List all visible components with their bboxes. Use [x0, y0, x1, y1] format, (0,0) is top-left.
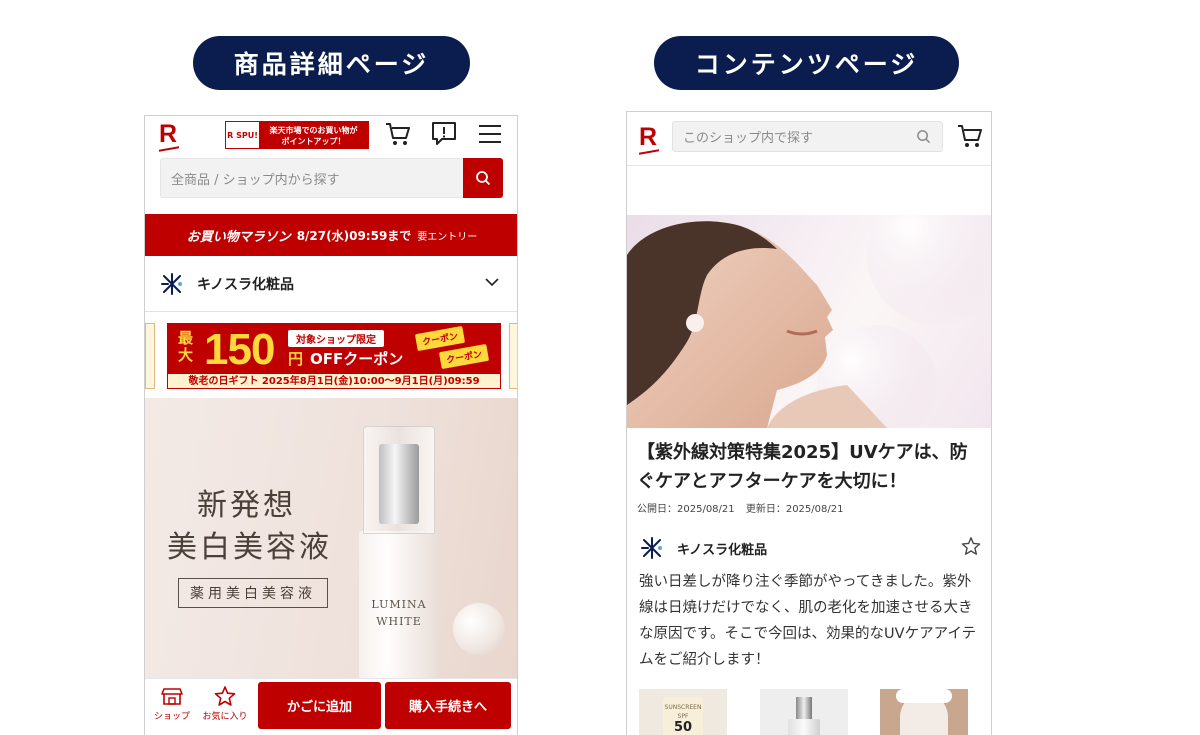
shop-name: キノスラ化粧品: [197, 276, 295, 293]
bottle-brand-line1: LUMINA: [371, 598, 427, 611]
favorite-button[interactable]: お気に入り: [200, 685, 250, 722]
marathon-date: 8/27(水)09:59まで: [296, 228, 412, 243]
spu-text-line2: ポイントアップ！: [281, 137, 346, 146]
marathon-title: お買い物マラソン: [186, 229, 291, 245]
article-body: 強い日差しが降り注ぐ季節がやってきました。紫外線は日焼けだけでなく、肌の老化を加…: [639, 574, 977, 668]
content-page-label: コンテンツページ: [654, 36, 959, 90]
coupon-amount: 150: [204, 325, 275, 374]
spu-logo: R SPU!: [226, 122, 259, 148]
shop-button[interactable]: ショップ: [147, 685, 197, 722]
article-dates: 公開日：2025/08/21 更新日：2025/08/21: [637, 500, 843, 515]
article-title: 【紫外線対策特集2025】UVケアは、防ぐケアとアフターケアを大切に！: [637, 442, 968, 492]
checkout-button[interactable]: 購入手続きへ: [385, 682, 511, 729]
thumbnail-label-line3: 50: [673, 720, 693, 735]
product-hero-image[interactable]: 新発想 美白美容液 薬用美白美容液 LUMINA WHITE: [145, 398, 517, 678]
bottle-brand: LUMINA WHITE: [359, 596, 439, 630]
thumbnail-face-mask[interactable]: [880, 689, 968, 735]
search-icon: [917, 130, 931, 144]
header-divider: [627, 165, 991, 166]
purchase-action-bar: ショップ お気に入り かごに追加 購入手続きへ: [145, 678, 517, 735]
search-button[interactable]: [463, 158, 503, 198]
serum-bottle-image: LUMINA WHITE: [359, 426, 439, 678]
search-icon: [476, 171, 491, 186]
thumbnail-serum[interactable]: [760, 689, 848, 735]
coupon-carousel[interactable]: 最大 150 対象ショップ限定 円 OFFクーポン クーポン クーポン 敬老の日…: [145, 323, 517, 391]
spu-banner[interactable]: R SPU! 楽天市場でのお買い物が ポイントアップ！: [225, 121, 369, 149]
author-row[interactable]: キノスラ化粧品: [639, 532, 981, 564]
hero-badge: 薬用美白美容液: [178, 578, 328, 608]
coupon-prev-peek[interactable]: [145, 323, 155, 389]
hero-headline-line1: 新発想: [197, 488, 296, 523]
coupon-limited: 対象ショップ限定: [288, 330, 384, 347]
shop-button-label: ショップ: [153, 712, 190, 722]
shop-selector[interactable]: キノスラ化粧品: [145, 256, 517, 312]
coupon-off-label: OFFクーポン: [310, 350, 404, 368]
star-icon: [214, 686, 236, 706]
thumbnail-label-line1: SUNSCREEN: [664, 704, 702, 711]
shop-logo: [161, 272, 182, 295]
cart-icon[interactable]: [384, 120, 412, 148]
cart-icon[interactable]: [956, 122, 984, 150]
author-name: キノスラ化粧品: [677, 542, 768, 558]
marathon-entry: 要エントリー: [417, 231, 478, 243]
menu-icon[interactable]: [476, 120, 504, 148]
favorite-button-label: お気に入り: [202, 712, 248, 722]
bottle-brand-line2: WHITE: [376, 615, 422, 628]
coupon-banner[interactable]: 最大 150 対象ショップ限定 円 OFFクーポン クーポン クーポン 敬老の日…: [167, 323, 501, 389]
coupon-campaign: 敬老の日ギフト 2025年8月1日(金)10:00〜9月1日(月)09:59: [188, 376, 480, 387]
product-detail-screen: R R SPU! 楽天市場でのお買い物が ポイントアップ！ 全商品 / ショップ…: [144, 115, 518, 735]
product-page-label: 商品詳細ページ: [193, 36, 470, 90]
article-hero-image: [627, 215, 991, 428]
shop-search-placeholder: このショップ内で探す: [683, 131, 814, 146]
content-screen: R このショップ内で探す 【紫外線対策特集2025】UVケアは、防ぐケアとアフタ…: [626, 111, 992, 735]
search-input[interactable]: 全商品 / ショップ内から探す: [160, 158, 464, 198]
hero-headline-line2: 美白美容液: [167, 530, 332, 565]
coupon-next-peek[interactable]: [509, 323, 517, 389]
coupon-max-label: 最大: [178, 329, 194, 364]
shop-icon: [161, 688, 183, 705]
add-to-cart-button[interactable]: かごに追加: [258, 682, 381, 729]
spu-text: 楽天市場でのお買い物が ポイントアップ！: [259, 122, 368, 148]
thumbnail-sunscreen[interactable]: SUNSCREEN SPF 50: [639, 689, 727, 735]
star-outline-icon[interactable]: [961, 536, 981, 556]
rakuten-logo[interactable]: R: [639, 125, 657, 150]
shop-logo: [641, 537, 662, 559]
updated-date: 更新日：2025/08/21: [745, 504, 844, 515]
chevron-down-icon: [485, 278, 499, 287]
coupon-yen: 円: [288, 350, 304, 368]
published-date: 公開日：2025/08/21: [637, 504, 735, 515]
serum-drop-image: [453, 603, 505, 655]
rakuten-logo[interactable]: R: [159, 122, 177, 147]
marathon-banner[interactable]: お買い物マラソン 8/27(水)09:59まで 要エントリー: [145, 214, 517, 256]
notification-icon[interactable]: [430, 120, 458, 148]
spu-text-line1: 楽天市場でのお買い物が: [269, 126, 358, 135]
shop-search-input[interactable]: このショップ内で探す: [672, 121, 943, 152]
